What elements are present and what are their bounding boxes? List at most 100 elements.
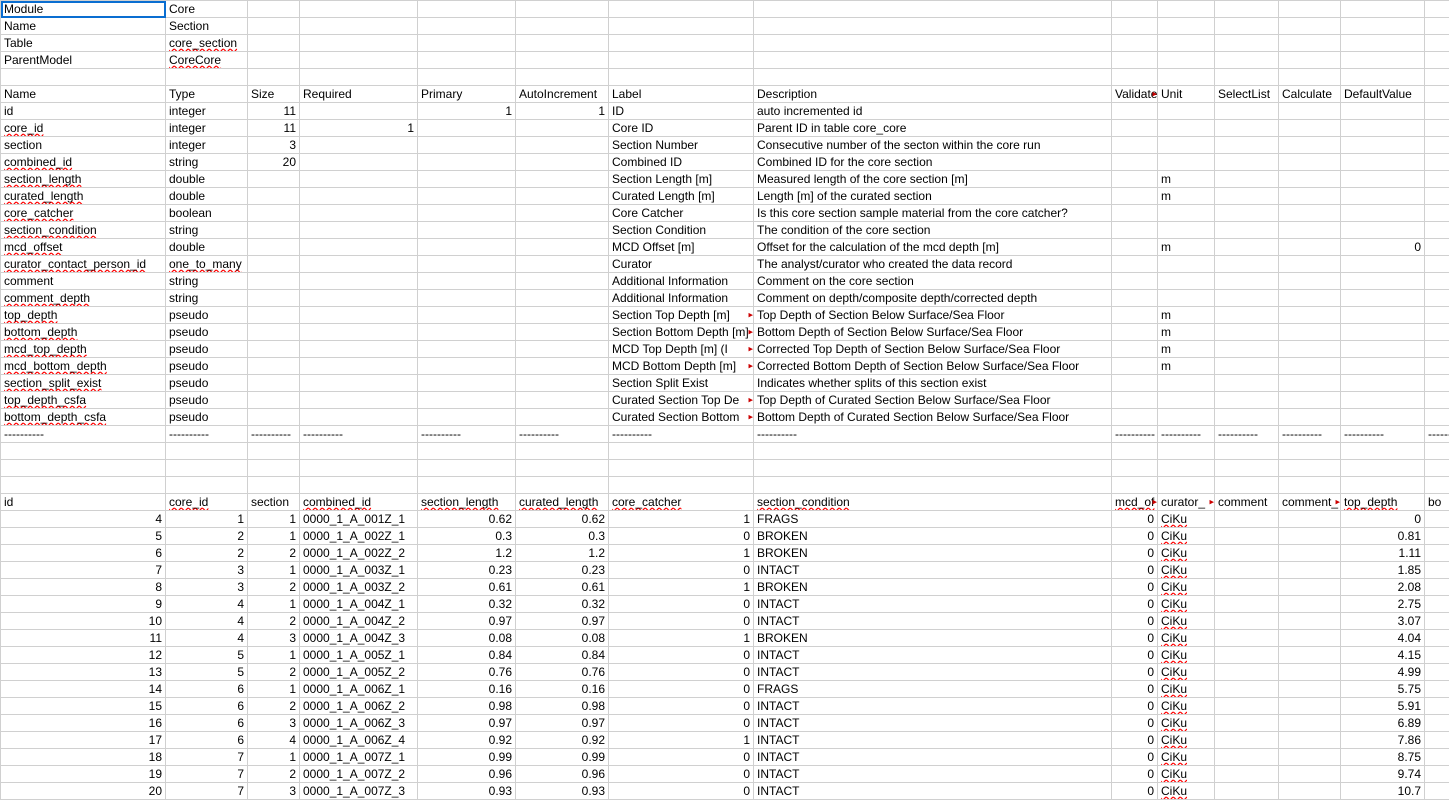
spreadsheet-view[interactable]: ModuleCoreNameSectionTablecore_sectionPa… (0, 0, 1449, 800)
d-section-length[interactable]: 0.97 (418, 715, 516, 732)
d-core-catcher[interactable]: 0 (609, 562, 754, 579)
d-bottom[interactable] (1425, 732, 1449, 749)
d-core-catcher[interactable]: 0 (609, 681, 754, 698)
d-mcd-offset[interactable]: 0 (1112, 783, 1158, 800)
schema-unit[interactable] (1158, 290, 1215, 307)
schema-required[interactable] (300, 171, 418, 188)
d-comment-depth[interactable] (1279, 545, 1341, 562)
cell[interactable] (1158, 35, 1215, 52)
meta-key[interactable]: ParentModel (1, 52, 166, 69)
cell[interactable] (609, 18, 754, 35)
d-comment-depth[interactable] (1279, 562, 1341, 579)
schema-autoinc[interactable] (516, 341, 609, 358)
schema-validate[interactable] (1112, 222, 1158, 239)
d-section[interactable]: 2 (248, 698, 300, 715)
schema-size[interactable] (248, 256, 300, 273)
schema-description[interactable]: Measured length of the core section [m] (754, 171, 1112, 188)
schema-type[interactable]: string (166, 154, 248, 171)
d-curator[interactable]: CiKu (1158, 613, 1215, 630)
d-curator[interactable]: CiKu (1158, 783, 1215, 800)
cell[interactable] (248, 69, 300, 86)
schema-selectlist[interactable] (1215, 188, 1279, 205)
schema-label[interactable]: Curated Section Bottom (609, 409, 754, 426)
d-id[interactable]: 14 (1, 681, 166, 698)
separator[interactable]: ---------- (516, 426, 609, 443)
cell[interactable] (300, 1, 418, 18)
d-section-length[interactable]: 0.96 (418, 766, 516, 783)
d-section-condition[interactable]: BROKEN (754, 630, 1112, 647)
schema-autoinc[interactable] (516, 375, 609, 392)
schema-autoinc[interactable]: 1 (516, 103, 609, 120)
schema-calculate[interactable] (1279, 324, 1341, 341)
d-curated-length[interactable]: 0.96 (516, 766, 609, 783)
schema-unit[interactable] (1158, 103, 1215, 120)
d-core-catcher[interactable]: 0 (609, 783, 754, 800)
d-comment-depth[interactable] (1279, 528, 1341, 545)
cell[interactable] (1341, 477, 1425, 494)
cell[interactable] (248, 443, 300, 460)
d-comment-depth[interactable] (1279, 630, 1341, 647)
d-id[interactable]: 13 (1, 664, 166, 681)
d-curated-length[interactable]: 0.97 (516, 715, 609, 732)
d-section-length[interactable]: 0.3 (418, 528, 516, 545)
schema-description[interactable]: Corrected Top Depth of Section Below Sur… (754, 341, 1112, 358)
d-comment[interactable] (1215, 715, 1279, 732)
d-section-condition[interactable]: BROKEN (754, 579, 1112, 596)
cell[interactable] (1, 69, 166, 86)
cell[interactable] (1, 460, 166, 477)
d-combined-id[interactable]: 0000_1_A_004Z_3 (300, 630, 418, 647)
d-section-condition[interactable]: INTACT (754, 715, 1112, 732)
d-top-depth[interactable]: 7.86 (1341, 732, 1425, 749)
cell[interactable] (1215, 52, 1279, 69)
d-curated-length[interactable]: 0.16 (516, 681, 609, 698)
d-combined-id[interactable]: 0000_1_A_003Z_1 (300, 562, 418, 579)
d-core-catcher[interactable]: 1 (609, 545, 754, 562)
d-top-depth[interactable]: 0 (1341, 511, 1425, 528)
schema-type[interactable]: string (166, 222, 248, 239)
d-combined-id[interactable]: 0000_1_A_005Z_2 (300, 664, 418, 681)
schema-size[interactable] (248, 171, 300, 188)
schema-selectlist[interactable] (1215, 290, 1279, 307)
schema-default[interactable] (1341, 375, 1425, 392)
schema-primary[interactable] (418, 137, 516, 154)
cell[interactable] (300, 69, 418, 86)
schema-unit[interactable] (1158, 273, 1215, 290)
d-curator[interactable]: CiKu (1158, 579, 1215, 596)
d-bottom[interactable] (1425, 562, 1449, 579)
cell[interactable] (418, 443, 516, 460)
d-section[interactable]: 1 (248, 528, 300, 545)
schema-autoinc[interactable] (516, 324, 609, 341)
schema-unit[interactable] (1158, 256, 1215, 273)
cell[interactable] (516, 443, 609, 460)
schema-size[interactable] (248, 290, 300, 307)
cell[interactable] (248, 35, 300, 52)
cell[interactable] (754, 52, 1112, 69)
d-core-id[interactable]: 4 (166, 596, 248, 613)
d-section-length[interactable]: 0.97 (418, 613, 516, 630)
d-section[interactable]: 4 (248, 732, 300, 749)
d-core-catcher[interactable]: 0 (609, 613, 754, 630)
schema-size[interactable] (248, 375, 300, 392)
d-core-catcher[interactable]: 0 (609, 647, 754, 664)
d-section[interactable]: 1 (248, 511, 300, 528)
schema-validate[interactable] (1112, 341, 1158, 358)
d-core-catcher[interactable]: 0 (609, 749, 754, 766)
schema-size[interactable] (248, 358, 300, 375)
schema-label[interactable]: Core ID (609, 120, 754, 137)
d-comment[interactable] (1215, 613, 1279, 630)
d-core-id[interactable]: 6 (166, 698, 248, 715)
schema-name[interactable]: section_split_exist (1, 375, 166, 392)
schema-default[interactable] (1341, 358, 1425, 375)
schema-label[interactable]: Curator (609, 256, 754, 273)
schema-primary[interactable] (418, 341, 516, 358)
schema-default[interactable] (1341, 171, 1425, 188)
schema-default[interactable] (1341, 341, 1425, 358)
d-curator[interactable]: CiKu (1158, 715, 1215, 732)
schema-primary[interactable] (418, 188, 516, 205)
cell[interactable] (1279, 69, 1341, 86)
d-core-catcher[interactable]: 0 (609, 766, 754, 783)
cell[interactable] (418, 477, 516, 494)
schema-type[interactable]: integer (166, 137, 248, 154)
separator[interactable]: ---------- (609, 426, 754, 443)
d-core-catcher[interactable]: 0 (609, 596, 754, 613)
